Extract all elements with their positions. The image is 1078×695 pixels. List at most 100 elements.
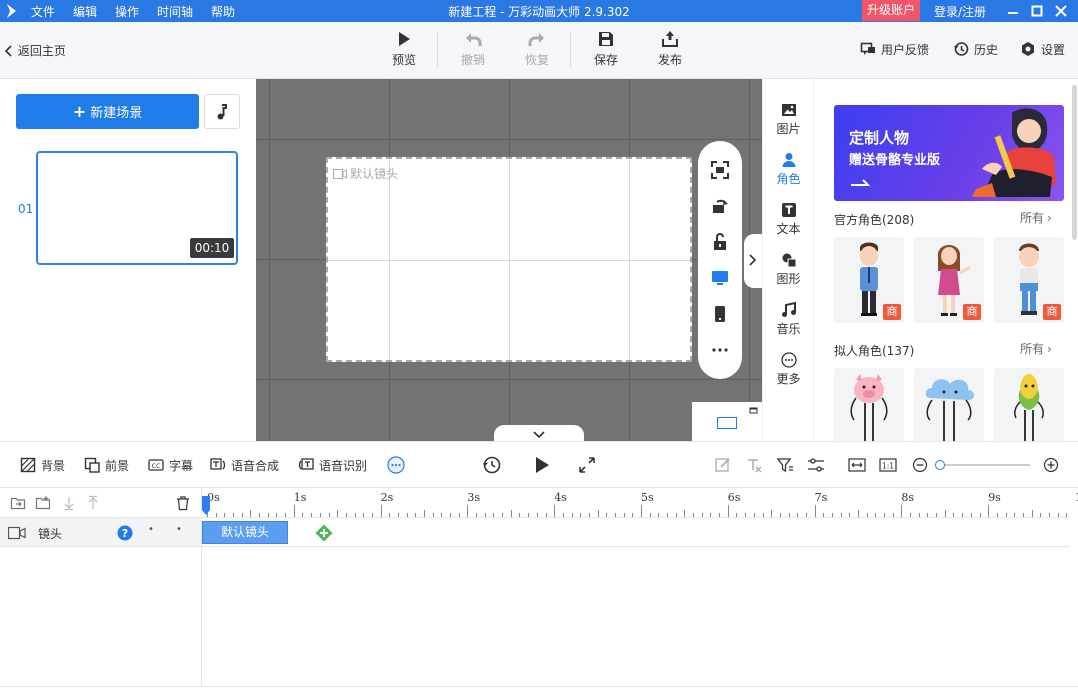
category-text[interactable]: 文本 bbox=[763, 202, 814, 237]
menu-timeline[interactable]: 时间轴 bbox=[157, 3, 193, 20]
menu-help[interactable]: 帮助 bbox=[211, 3, 235, 20]
help-icon[interactable]: ? bbox=[117, 525, 133, 541]
official-see-all-link[interactable]: 所有 › bbox=[1020, 209, 1052, 226]
back-home-button[interactable]: 返回主页 bbox=[4, 42, 66, 59]
replay-icon[interactable] bbox=[482, 455, 502, 475]
banner-character-illustration bbox=[972, 108, 1056, 197]
more-dots-icon[interactable] bbox=[710, 340, 730, 360]
zoom-out-icon[interactable] bbox=[911, 456, 929, 474]
character-card[interactable]: 商 bbox=[834, 237, 904, 323]
fit-width-icon[interactable] bbox=[848, 456, 866, 474]
zoom-in-icon[interactable] bbox=[1042, 456, 1060, 474]
fullscreen-icon[interactable] bbox=[578, 456, 596, 474]
close-icon[interactable] bbox=[1052, 2, 1070, 20]
ruler-tick bbox=[1040, 513, 1042, 517]
new-folder-icon[interactable] bbox=[35, 495, 51, 511]
playhead[interactable] bbox=[202, 494, 210, 516]
undo-button[interactable]: 撤销 bbox=[453, 30, 493, 68]
menu-file[interactable]: 文件 bbox=[31, 3, 55, 20]
character-card[interactable]: 商 bbox=[914, 237, 984, 323]
collapse-timeline-tab[interactable] bbox=[494, 425, 584, 441]
preview-button[interactable]: 预览 bbox=[384, 30, 424, 68]
scene-number: 01 bbox=[18, 202, 34, 216]
camera-clip[interactable]: 默认镜头 bbox=[202, 521, 288, 544]
save-button[interactable]: 保存 bbox=[586, 30, 626, 68]
character-card[interactable]: 商 bbox=[994, 237, 1064, 323]
category-music[interactable]: 音乐 bbox=[763, 302, 814, 337]
ruler-tick bbox=[710, 513, 712, 517]
ruler-tick bbox=[554, 505, 556, 517]
actual-size-icon[interactable]: 1:1 bbox=[879, 456, 897, 474]
camera-track-header[interactable]: 镜头 ? • • bbox=[0, 518, 202, 547]
minimize-icon[interactable] bbox=[1004, 2, 1022, 20]
subtitle-button[interactable]: CC 字幕 bbox=[148, 457, 193, 474]
visibility-toggle-icon[interactable]: • bbox=[148, 524, 154, 535]
folder-open-icon[interactable] bbox=[10, 495, 26, 511]
ruler-label: 4s bbox=[554, 491, 567, 504]
mobile-icon[interactable] bbox=[710, 304, 730, 324]
ruler-tick bbox=[371, 513, 373, 517]
fit-screen-icon[interactable] bbox=[710, 160, 730, 180]
category-character[interactable]: 角色 bbox=[763, 152, 814, 187]
ruler-tick bbox=[1031, 510, 1033, 517]
monitor-icon[interactable] bbox=[710, 268, 730, 288]
ruler-tick bbox=[614, 513, 616, 517]
zoom-slider-track[interactable] bbox=[938, 464, 1030, 466]
menu-edit[interactable]: 编辑 bbox=[73, 3, 97, 20]
more-options-icon[interactable] bbox=[387, 456, 405, 474]
play-icon[interactable] bbox=[532, 455, 552, 475]
restore-window-icon[interactable] bbox=[749, 407, 759, 415]
adjust-icon[interactable] bbox=[807, 456, 825, 474]
character-card[interactable]: 商 bbox=[994, 368, 1064, 441]
scene-music-button[interactable] bbox=[204, 94, 240, 129]
unlock-icon[interactable] bbox=[710, 232, 730, 252]
publish-button[interactable]: 发布 bbox=[650, 30, 690, 68]
category-more[interactable]: 更多 bbox=[763, 352, 814, 387]
background-button[interactable]: 背景 bbox=[20, 457, 65, 474]
zoom-slider-thumb[interactable] bbox=[935, 460, 945, 470]
move-down-icon[interactable] bbox=[61, 495, 77, 511]
camera-track-lane[interactable]: 默认镜头 bbox=[202, 518, 1070, 547]
grid-line bbox=[256, 139, 762, 140]
filter-icon[interactable] bbox=[776, 456, 794, 474]
edit-icon[interactable] bbox=[714, 456, 732, 474]
scene-duration-badge: 00:10 bbox=[190, 238, 234, 258]
asr-button[interactable]: 语音识别 bbox=[298, 457, 367, 474]
canvas-area[interactable]: 默认镜头 bbox=[256, 79, 762, 441]
new-scene-button[interactable]: + 新建场景 bbox=[16, 94, 199, 129]
ruler-tick bbox=[302, 513, 304, 517]
camera-frame[interactable]: 默认镜头 bbox=[326, 157, 692, 362]
settings-button[interactable]: 设置 bbox=[1020, 41, 1065, 58]
menu-operate[interactable]: 操作 bbox=[115, 3, 139, 20]
move-up-icon[interactable] bbox=[85, 495, 101, 511]
publish-icon bbox=[662, 31, 678, 47]
personified-see-all-link[interactable]: 所有 › bbox=[1020, 340, 1052, 357]
ruler-label: 6s bbox=[727, 491, 741, 504]
promo-banner[interactable]: 定制人物 赠送骨骼专业版 bbox=[834, 105, 1064, 201]
category-image[interactable]: 图片 bbox=[763, 102, 814, 137]
clear-format-icon[interactable] bbox=[745, 456, 763, 474]
login-register-link[interactable]: 登录/注册 bbox=[934, 3, 986, 20]
add-keyframe-icon[interactable] bbox=[315, 524, 333, 542]
category-more-label: 更多 bbox=[776, 372, 801, 386]
character-card[interactable]: 商 bbox=[914, 368, 984, 441]
ruler-tick bbox=[1014, 513, 1016, 517]
ruler-tick bbox=[675, 513, 677, 517]
character-card[interactable]: 商 bbox=[834, 368, 904, 441]
asset-panel-scrollbar[interactable] bbox=[1072, 85, 1077, 240]
timeline-ruler[interactable]: 0s1s2s3s4s5s6s7s8s9s10s bbox=[202, 488, 1078, 518]
redo-button[interactable]: 恢复 bbox=[517, 30, 557, 68]
trash-icon[interactable] bbox=[175, 495, 191, 511]
tts-button[interactable]: 语音合成 bbox=[210, 457, 279, 474]
minimap[interactable] bbox=[692, 402, 762, 441]
history-button[interactable]: 历史 bbox=[953, 41, 998, 58]
upgrade-account-button[interactable]: 升级账户 bbox=[862, 0, 920, 21]
feedback-button[interactable]: 用户反馈 bbox=[860, 41, 929, 58]
rotate-icon[interactable] bbox=[710, 196, 730, 216]
lock-toggle-icon[interactable]: • bbox=[176, 524, 182, 535]
ruler-tick bbox=[293, 505, 295, 517]
maximize-icon[interactable] bbox=[1028, 2, 1046, 20]
foreground-button[interactable]: 前景 bbox=[84, 457, 129, 474]
category-shape[interactable]: 图形 bbox=[763, 252, 814, 287]
expand-panel-handle[interactable] bbox=[744, 234, 762, 288]
